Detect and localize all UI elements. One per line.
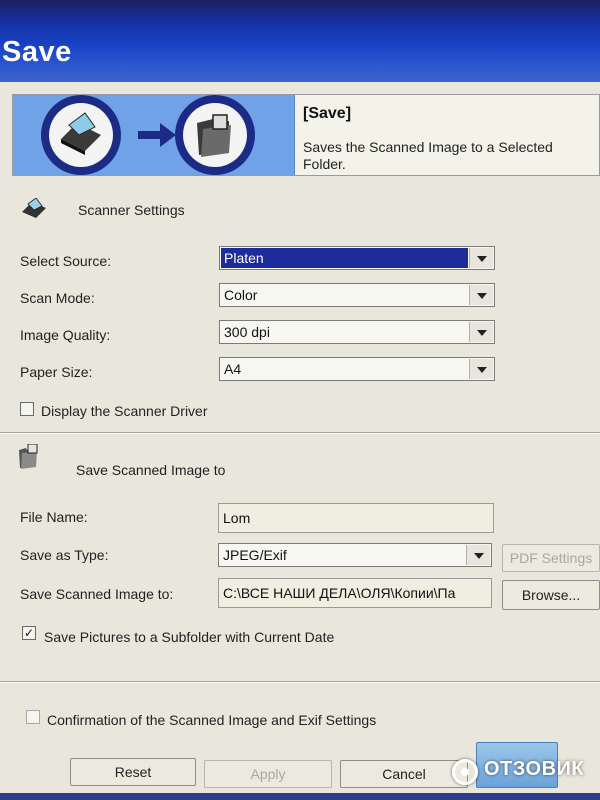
save-path-value: C:\ВСЕ НАШИ ДЕЛА\ОЛЯ\Копии\Па [223,585,456,601]
scanner-settings-title: Scanner Settings [78,202,185,218]
file-name-value: Lom [223,510,251,526]
banner-illustration [13,95,295,175]
save-as-type-value: JPEG/Exif [223,547,287,563]
paper-size-label: Paper Size: [20,364,93,380]
header-banner: [Save] Saves the Scanned Image to a Sele… [12,94,600,176]
chevron-down-icon[interactable] [466,545,490,565]
scan-mode-value: Color [224,287,258,303]
scanner-circle [41,95,121,175]
watermark-logo-icon [452,759,478,785]
section-divider [0,681,600,683]
save-as-type-dropdown[interactable]: JPEG/Exif [218,543,492,567]
cancel-button[interactable]: Cancel [340,760,468,788]
section-divider [0,432,600,434]
folder-icon [197,114,231,157]
select-source-value: Platen [224,250,264,266]
file-name-label: File Name: [20,509,88,525]
scan-mode-label: Scan Mode: [20,290,95,306]
save-as-type-label: Save as Type: [20,547,109,563]
title-bar[interactable]: Save [0,0,600,82]
chevron-down-icon[interactable] [469,248,493,268]
confirmation-checkbox[interactable] [26,710,40,724]
scanner-icon [22,198,46,218]
window-title: Save [2,36,72,68]
display-driver-checkbox[interactable] [20,402,34,416]
select-source-label: Select Source: [20,253,112,269]
subfolder-checkbox[interactable]: ✓ [22,626,36,640]
scan-mode-dropdown[interactable]: Color [219,283,495,307]
file-name-field[interactable]: Lom [218,503,494,533]
pdf-settings-button[interactable]: PDF Settings [502,544,600,572]
image-quality-dropdown[interactable]: 300 dpi [219,320,495,344]
taskbar [0,793,600,800]
image-quality-value: 300 dpi [224,324,270,340]
reset-button[interactable]: Reset [70,758,196,786]
chevron-down-icon[interactable] [469,359,493,379]
image-quality-label: Image Quality: [20,327,111,343]
banner-description: Saves the Scanned Image to a Selected Fo… [303,139,553,172]
display-driver-label: Display the Scanner Driver [41,403,208,419]
banner-title: [Save] [303,105,352,122]
save-dialog: Save [Save] Saves the Scanned Image to a… [0,0,600,800]
paper-size-value: A4 [224,361,242,377]
chevron-down-icon[interactable] [469,322,493,342]
chevron-down-icon[interactable] [469,285,493,305]
confirmation-label: Confirmation of the Scanned Image and Ex… [47,712,377,728]
save-section-title: Save Scanned Image to [76,462,226,478]
folder-circle [175,95,255,175]
save-to-label: Save Scanned Image to: [20,586,174,602]
scanner-icon [61,112,101,155]
apply-button[interactable]: Apply [204,760,332,788]
paper-size-dropdown[interactable]: A4 [219,357,495,381]
folder-icon [19,444,38,469]
subfolder-label: Save Pictures to a Subfolder with Curren… [44,629,335,645]
browse-button[interactable]: Browse... [502,580,600,610]
save-path-field[interactable]: C:\ВСЕ НАШИ ДЕЛА\ОЛЯ\Копии\Па [218,578,492,608]
watermark-text: ОТЗОВИК [484,758,585,780]
arrow-right-icon [138,123,176,147]
select-source-dropdown[interactable]: Platen [219,246,495,270]
